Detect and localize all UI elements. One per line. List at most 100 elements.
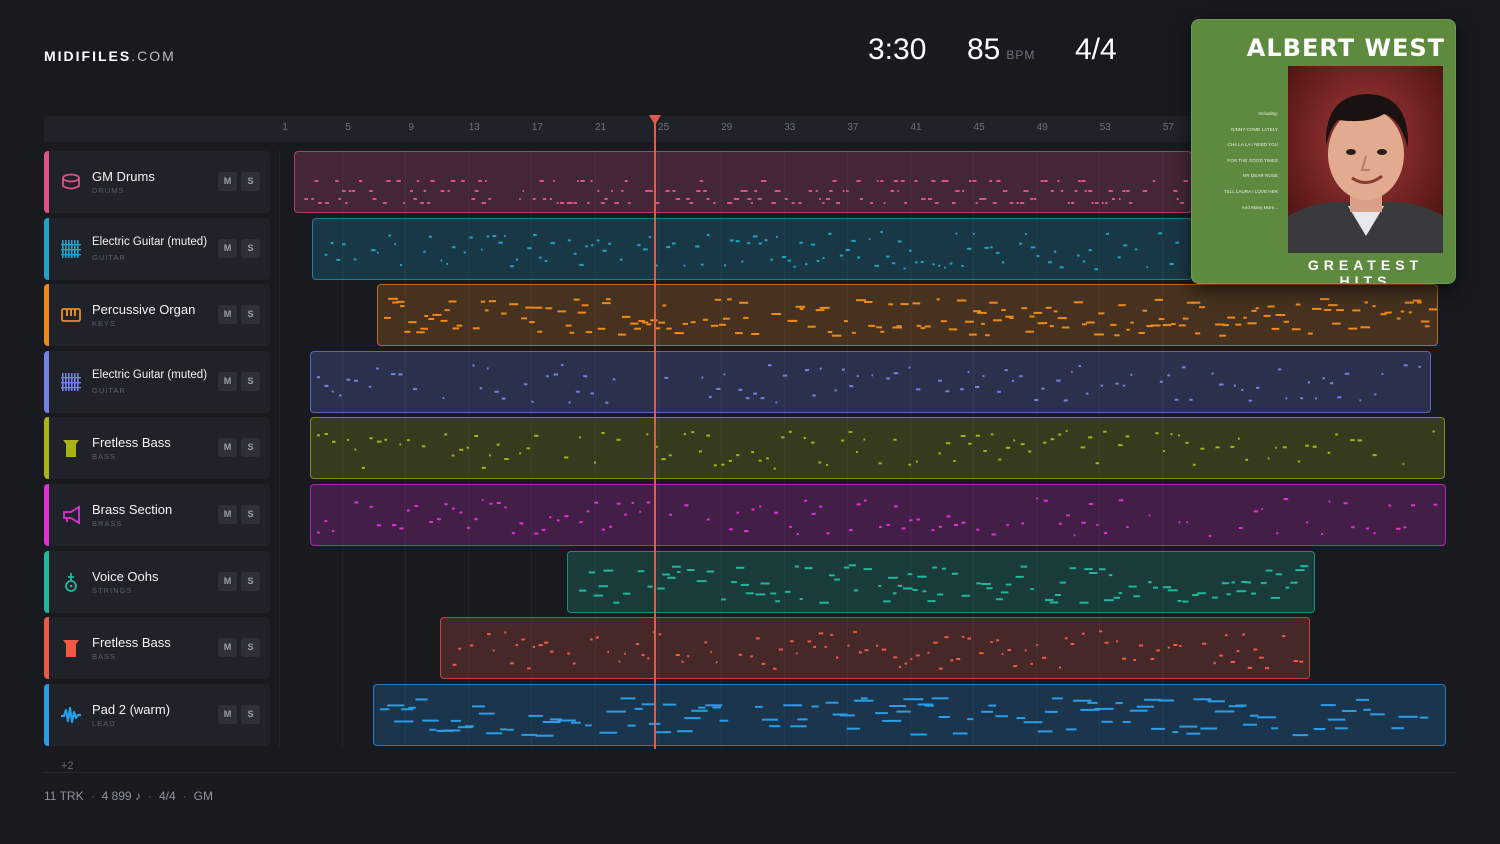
mute-button[interactable]: M xyxy=(218,305,237,324)
midi-clip[interactable] xyxy=(310,417,1445,479)
track-header[interactable]: Voice Oohs STRINGS M S xyxy=(44,551,270,613)
solo-button[interactable]: S xyxy=(241,505,260,524)
wave-icon xyxy=(61,706,81,724)
note-pattern xyxy=(324,231,1179,271)
drum-icon xyxy=(62,173,80,190)
solo-button[interactable]: S xyxy=(241,572,260,591)
midi-clip[interactable] xyxy=(294,151,1192,213)
ruler-tick: 33 xyxy=(784,122,796,133)
note-pattern xyxy=(578,564,1309,604)
track-header[interactable]: Electric Guitar (muted) GUITAR M S xyxy=(44,351,270,413)
track-header[interactable]: GM Drums DRUMS M S xyxy=(44,151,270,213)
brand-logo: MIDIFILES.COM xyxy=(44,48,176,64)
midi-clip[interactable] xyxy=(312,218,1192,280)
guitar-icon xyxy=(61,373,81,391)
solo-button[interactable]: S xyxy=(241,172,260,191)
note-count: 4 899 ♪ xyxy=(101,789,141,803)
bass-icon xyxy=(63,640,79,657)
trumpet-icon xyxy=(63,505,80,525)
mute-button[interactable]: M xyxy=(218,638,237,657)
track-header[interactable]: Brass Section BRASS M S xyxy=(44,484,270,546)
track-header[interactable]: Pad 2 (warm) LEAD M S xyxy=(44,684,270,746)
midi-clip[interactable] xyxy=(377,284,1438,346)
artist-photo xyxy=(1288,66,1443,253)
solo-button[interactable]: S xyxy=(241,239,260,258)
guitar-icon xyxy=(61,240,81,258)
tempo-unit: BPM xyxy=(1006,48,1036,62)
portrait-illustration xyxy=(1288,66,1443,253)
mute-button[interactable]: M xyxy=(218,172,237,191)
track-name: GM Drums xyxy=(92,169,155,184)
cover-track: MY DEAR ROSE xyxy=(1242,173,1278,179)
ruler-tick: 21 xyxy=(594,122,607,133)
note-pattern xyxy=(384,297,1437,337)
midi-clip[interactable] xyxy=(310,351,1431,413)
solo-button[interactable]: S xyxy=(241,372,260,391)
solo-button[interactable]: S xyxy=(241,438,260,457)
midi-clip[interactable] xyxy=(310,484,1446,546)
track-color-bar xyxy=(44,617,49,679)
track-name: Percussive Organ xyxy=(92,302,196,317)
mute-button[interactable]: M xyxy=(218,705,237,724)
cover-track: TELL LAURA I LOVE HER xyxy=(1223,188,1278,194)
track-category: BASS xyxy=(92,452,117,461)
footer-meter: 4/4 xyxy=(158,789,176,803)
midi-clip[interactable] xyxy=(567,551,1315,613)
playhead-marker[interactable] xyxy=(649,115,661,125)
mute-button[interactable]: M xyxy=(218,372,237,391)
track-color-bar xyxy=(44,684,49,746)
midi-standard: GM xyxy=(193,789,213,803)
track-header[interactable]: Percussive Organ KEYS M S xyxy=(44,284,270,346)
ruler-tick: 41 xyxy=(910,122,922,133)
track-category: GUITAR xyxy=(92,386,126,395)
note-pattern xyxy=(304,180,1188,204)
mute-button[interactable]: M xyxy=(218,572,237,591)
track-category: KEYS xyxy=(92,319,117,328)
solo-button[interactable]: S xyxy=(241,305,260,324)
track-count: 11 TRK xyxy=(44,789,84,803)
playhead[interactable] xyxy=(654,122,656,749)
track-color-bar xyxy=(44,484,49,546)
separator: · xyxy=(147,789,152,803)
track-category: BRASS xyxy=(92,519,123,528)
mute-button[interactable]: M xyxy=(218,438,237,457)
cover-track: Including: xyxy=(1258,111,1278,116)
mute-button[interactable]: M xyxy=(218,239,237,258)
solo-button[interactable]: S xyxy=(241,705,260,724)
ruler-tick: 49 xyxy=(1036,122,1048,133)
midi-clip[interactable] xyxy=(373,684,1446,746)
track-header[interactable]: Electric Guitar (muted) GUITAR M S xyxy=(44,218,270,280)
track-header[interactable]: Fretless Bass BASS M S xyxy=(44,617,270,679)
cover-subtitle: GREATEST HITS xyxy=(1307,257,1424,284)
note-pattern xyxy=(380,697,1429,737)
track-category: DRUMS xyxy=(92,186,125,195)
track-color-bar xyxy=(44,284,49,346)
note-pattern xyxy=(452,630,1304,670)
ruler-tick: 9 xyxy=(408,122,414,133)
separator: · xyxy=(90,789,95,803)
song-duration: 3:30 xyxy=(868,33,927,66)
track-color-bar xyxy=(44,417,49,479)
more-tracks-indicator[interactable]: +2 xyxy=(61,760,74,772)
track-name: Voice Oohs xyxy=(92,569,159,584)
cover-artist: ALBERT WEST xyxy=(1246,34,1445,62)
ruler-tick: 37 xyxy=(847,122,859,133)
footer-divider xyxy=(44,772,1456,773)
solo-button[interactable]: S xyxy=(241,638,260,657)
track-name: Fretless Bass xyxy=(92,635,171,650)
track-color-bar xyxy=(44,218,49,280)
track-header[interactable]: Fretless Bass BASS M S xyxy=(44,417,270,479)
ruler-tick: 53 xyxy=(1099,122,1111,133)
brand-name: MIDIFILES xyxy=(44,48,132,64)
cover-tracklist: Including: GINNY COME LATELY CHA LA LA I… xyxy=(1200,106,1278,215)
timeline-ruler[interactable] xyxy=(44,116,1194,142)
track-category: LEAD xyxy=(92,719,116,728)
mute-button[interactable]: M xyxy=(218,505,237,524)
ruler-tick: 57 xyxy=(1162,122,1174,133)
track-name: Pad 2 (warm) xyxy=(92,702,171,717)
ruler-tick: 17 xyxy=(531,122,543,133)
track-color-bar xyxy=(44,151,49,213)
midi-clip[interactable] xyxy=(440,617,1310,679)
brand-domain: .COM xyxy=(131,48,176,64)
tempo-display: 85 BPM xyxy=(967,33,1035,67)
